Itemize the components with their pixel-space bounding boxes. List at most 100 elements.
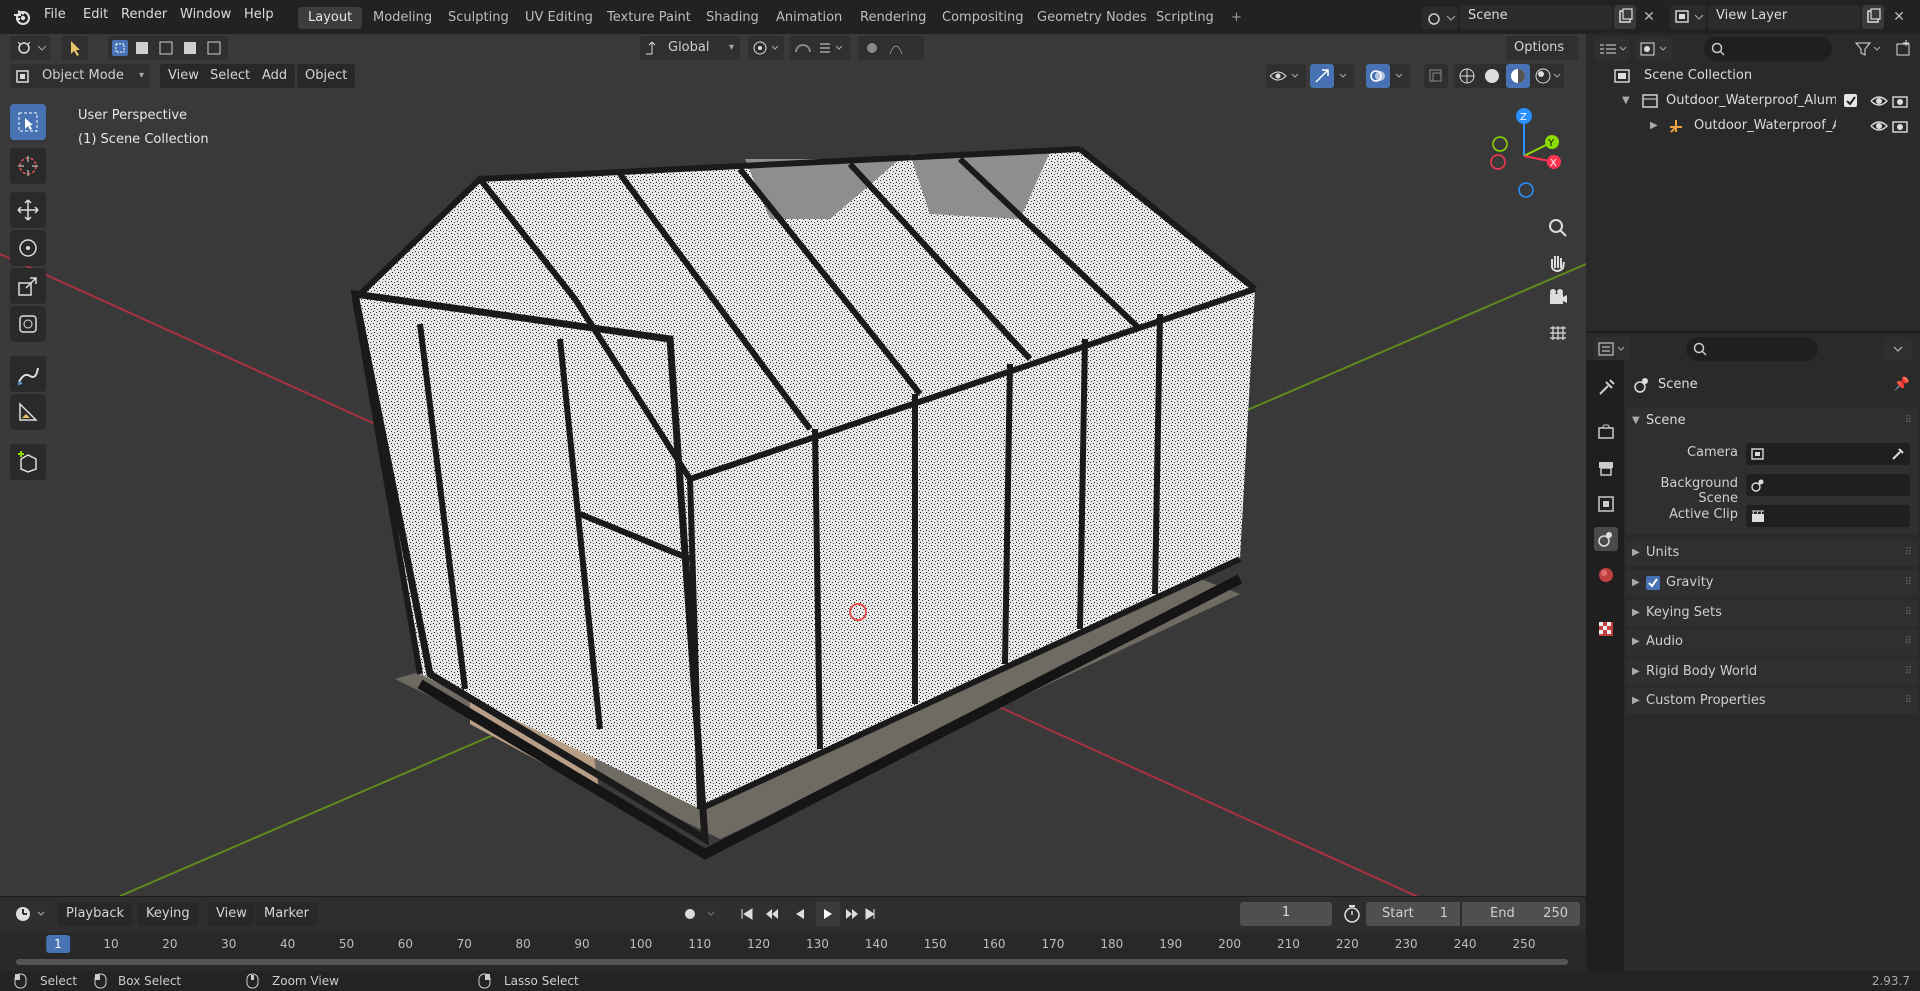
drag-handle-icon[interactable]: ⠿ [1905, 570, 1912, 596]
menu-file[interactable]: File [36, 0, 74, 34]
current-frame-marker[interactable]: 1 [46, 935, 70, 953]
view-layer-icon[interactable] [1670, 5, 1706, 29]
add-workspace-button[interactable]: + [1221, 7, 1252, 29]
tab-world-icon[interactable] [1594, 563, 1618, 587]
tab-output-icon[interactable] [1594, 456, 1618, 480]
options-dropdown[interactable]: Options [1506, 36, 1578, 60]
outliner-editor-type-button[interactable] [1594, 37, 1630, 61]
camera-field[interactable] [1746, 443, 1910, 465]
menu-add[interactable]: Add [254, 64, 296, 88]
add-cube-tool[interactable] [10, 444, 46, 480]
tab-scene-icon[interactable] [1594, 527, 1618, 551]
tab-shading[interactable]: Shading [696, 7, 769, 29]
select-box-tool[interactable] [10, 104, 46, 140]
gravity-panel-header[interactable]: ▶ Gravity ⠿ [1626, 570, 1918, 596]
preview-range-icon[interactable] [1340, 902, 1364, 926]
rotate-tool[interactable] [10, 230, 46, 266]
annotate-tool[interactable] [10, 356, 46, 392]
tab-rendering[interactable]: Rendering [850, 7, 936, 29]
drag-handle-icon[interactable]: ⠿ [1905, 688, 1912, 714]
active-clip-field[interactable] [1746, 505, 1910, 527]
gizmo-toggle[interactable] [1310, 64, 1354, 88]
audio-panel-header[interactable]: ▶ Audio ⠿ [1626, 629, 1918, 655]
shading-mode-group[interactable] [1454, 64, 1564, 88]
tab-sculpting[interactable]: Sculpting [438, 7, 519, 29]
menu-window[interactable]: Window [172, 0, 239, 34]
menu-playback[interactable]: Playback [58, 902, 133, 926]
tab-scripting[interactable]: Scripting [1146, 7, 1224, 29]
drag-handle-icon[interactable]: ⠿ [1905, 629, 1912, 655]
tab-compositing[interactable]: Compositing [932, 7, 1034, 29]
expand-arrow-icon[interactable]: ▼ [1622, 89, 1630, 113]
rigid-body-world-panel-header[interactable]: ▶ Rigid Body World ⠿ [1626, 659, 1918, 685]
blender-logo-icon[interactable] [12, 7, 32, 27]
pivot-point-button[interactable] [748, 36, 784, 60]
expand-arrow-icon[interactable]: ▶ [1650, 114, 1658, 138]
outliner-row-scene-collection[interactable]: Scene Collection [1586, 64, 1920, 88]
menu-view[interactable]: View [160, 64, 207, 88]
snap-toggle[interactable] [790, 36, 850, 60]
render-camera-icon[interactable] [1892, 118, 1910, 134]
tab-modeling[interactable]: Modeling [363, 7, 442, 29]
drag-handle-icon[interactable]: ⠿ [1905, 659, 1912, 685]
visibility-dropdown[interactable] [1266, 64, 1306, 88]
menu-object[interactable]: Object [297, 64, 356, 88]
render-camera-icon[interactable] [1892, 93, 1910, 109]
scene-name-field[interactable]: Scene [1460, 5, 1612, 29]
menu-timeline-view[interactable]: View [208, 902, 255, 926]
menu-render[interactable]: Render [113, 0, 175, 34]
current-frame-field[interactable]: 1 [1240, 902, 1332, 926]
object-mode-dropdown[interactable]: Object Mode ▾ [10, 64, 150, 88]
drag-handle-icon[interactable]: ⠿ [1905, 600, 1912, 626]
select-mode-icons[interactable] [108, 36, 228, 60]
outliner-search-input[interactable] [1704, 37, 1832, 61]
tab-view-layer-icon[interactable] [1594, 492, 1618, 516]
gravity-checkbox[interactable] [1646, 576, 1660, 590]
new-view-layer-icon[interactable] [1862, 5, 1884, 29]
tab-layout[interactable]: Layout [298, 7, 363, 29]
scale-tool[interactable] [10, 268, 46, 304]
tab-tool-icon[interactable] [1594, 376, 1618, 400]
pan-view-hand-icon[interactable] [1543, 248, 1573, 278]
end-frame-field[interactable]: End 250 [1462, 902, 1580, 926]
properties-options-dropdown[interactable] [1884, 337, 1912, 361]
tab-uv-editing[interactable]: UV Editing [515, 7, 603, 29]
close-scene-icon[interactable]: ✕ [1638, 5, 1660, 29]
tab-render-icon[interactable] [1594, 420, 1618, 444]
view-layer-field[interactable]: View Layer [1708, 5, 1860, 29]
drag-handle-icon[interactable]: ⠿ [1905, 540, 1912, 566]
timeline-editor-type-button[interactable] [10, 902, 50, 926]
menu-keying[interactable]: Keying [138, 902, 198, 926]
move-tool[interactable] [10, 192, 46, 228]
custom-properties-panel-header[interactable]: ▶ Custom Properties ⠿ [1626, 688, 1918, 714]
tab-animation[interactable]: Animation [766, 7, 852, 29]
playback-controls[interactable] [732, 902, 884, 926]
menu-edit[interactable]: Edit [75, 0, 116, 34]
pin-icon[interactable]: 📌 [1894, 373, 1910, 397]
tab-texture-icon[interactable] [1594, 617, 1618, 641]
auto-keying-toggle[interactable] [676, 902, 724, 926]
drag-handle-icon[interactable]: ⠿ [1905, 408, 1912, 434]
scene-selector-icon[interactable] [1422, 7, 1458, 29]
scene-panel-header[interactable]: ▼ Scene ⠿ [1626, 408, 1918, 434]
new-collection-icon[interactable] [1892, 37, 1916, 61]
zoom-view-icon[interactable] [1543, 213, 1573, 243]
menu-help[interactable]: Help [236, 0, 282, 34]
editor-type-button[interactable] [10, 36, 50, 60]
units-panel-header[interactable]: ▶ Units ⠿ [1626, 540, 1918, 566]
xray-toggle[interactable] [1424, 64, 1448, 88]
cursor-tool[interactable] [10, 148, 46, 184]
measure-tool[interactable] [10, 394, 46, 430]
menu-marker[interactable]: Marker [256, 902, 317, 926]
eye-icon[interactable] [1870, 118, 1888, 134]
background-scene-field[interactable] [1746, 474, 1910, 496]
tab-texture-paint[interactable]: Texture Paint [597, 7, 701, 29]
timeline-scrollbar[interactable] [16, 959, 1568, 965]
keying-sets-panel-header[interactable]: ▶ Keying Sets ⠿ [1626, 600, 1918, 626]
filter-icon[interactable] [1852, 37, 1888, 61]
tool-select-icon[interactable] [62, 36, 88, 60]
eye-icon[interactable] [1870, 93, 1888, 109]
orthographic-toggle-icon[interactable] [1543, 318, 1573, 348]
exclude-checkbox[interactable] [1844, 94, 1857, 107]
properties-search-input[interactable] [1686, 337, 1818, 361]
